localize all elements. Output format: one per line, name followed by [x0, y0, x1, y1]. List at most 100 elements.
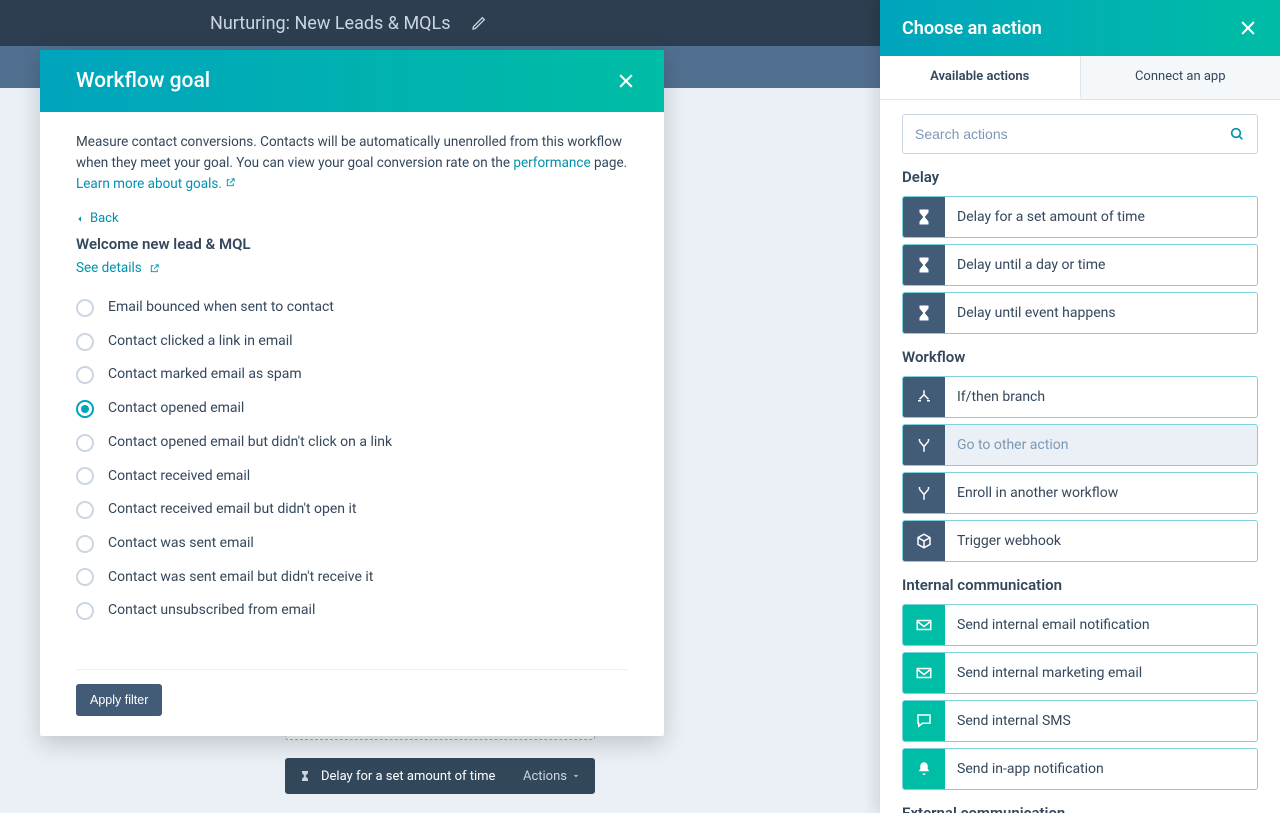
action-item[interactable]: Go to other action [902, 424, 1258, 466]
action-panel-tabs: Available actions Connect an app [880, 56, 1280, 100]
goal-option[interactable]: Contact unsubscribed from email [76, 600, 628, 622]
action-item[interactable]: Trigger webhook [902, 520, 1258, 562]
action-group-title: External communication [902, 804, 1258, 813]
radio-icon [76, 366, 94, 384]
goal-option-label: Contact opened email but didn't click on… [108, 432, 392, 454]
goal-option-label: Contact unsubscribed from email [108, 600, 315, 622]
goal-option[interactable]: Contact marked email as spam [76, 364, 628, 386]
learn-more-link[interactable]: Learn more about goals. [76, 176, 236, 192]
action-item-icon [903, 749, 945, 789]
tab-connect-app[interactable]: Connect an app [1080, 56, 1280, 99]
search-actions[interactable] [902, 114, 1258, 154]
goal-option[interactable]: Contact clicked a link in email [76, 331, 628, 353]
action-item-label: Go to other action [945, 437, 1257, 453]
action-item[interactable]: Send internal email notification [902, 604, 1258, 646]
action-item-icon [903, 653, 945, 693]
delay-node[interactable]: Delay for a set amount of time Actions [285, 758, 595, 794]
goal-subtitle: Welcome new lead & MQL [76, 233, 628, 256]
search-actions-input[interactable] [915, 126, 1229, 142]
goal-option-label: Contact clicked a link in email [108, 331, 293, 353]
action-item-label: Send internal marketing email [945, 665, 1257, 681]
goal-option-label: Email bounced when sent to contact [108, 297, 334, 319]
action-item-label: Delay until event happens [945, 305, 1257, 321]
goal-option[interactable]: Contact received email but didn't open i… [76, 499, 628, 521]
hourglass-icon [915, 256, 933, 274]
goal-option-label: Contact marked email as spam [108, 364, 302, 386]
modal-divider [76, 650, 628, 670]
goal-option-label: Contact received email but didn't open i… [108, 499, 357, 521]
branch-icon [915, 388, 933, 406]
hourglass-icon [915, 208, 933, 226]
close-icon[interactable] [616, 71, 636, 91]
goal-option[interactable]: Contact was sent email but didn't receiv… [76, 567, 628, 589]
radio-icon [76, 299, 94, 317]
action-item[interactable]: Delay for a set amount of time [902, 196, 1258, 238]
workflow-goal-modal: Workflow goal Measure contact conversion… [40, 50, 664, 736]
action-panel-header: Choose an action [880, 0, 1280, 56]
action-item[interactable]: Send internal marketing email [902, 652, 1258, 694]
action-item-icon [903, 293, 945, 333]
goal-option[interactable]: Contact received email [76, 466, 628, 488]
action-item-label: Delay until a day or time [945, 257, 1257, 273]
goal-option-label: Contact was sent email but didn't receiv… [108, 567, 373, 589]
goal-option[interactable]: Contact opened email [76, 398, 628, 420]
chevron-left-icon [76, 213, 84, 225]
close-icon[interactable] [1238, 18, 1258, 38]
external-link-icon [225, 177, 236, 188]
action-item-icon [903, 605, 945, 645]
goal-option-label: Contact opened email [108, 398, 244, 420]
action-panel-title: Choose an action [902, 18, 1042, 39]
action-item-icon [903, 197, 945, 237]
modal-header: Workflow goal [40, 50, 664, 112]
action-item-icon [903, 473, 945, 513]
mail-icon [915, 616, 933, 634]
action-item-icon [903, 701, 945, 741]
edit-title-icon[interactable] [471, 15, 487, 31]
radio-icon [76, 434, 94, 452]
action-item[interactable]: Enroll in another workflow [902, 472, 1258, 514]
radio-icon [76, 568, 94, 586]
workflow-title: Nurturing: New Leads & MQLs [210, 13, 451, 34]
goal-options: Email bounced when sent to contact Contac… [76, 297, 628, 622]
action-item[interactable]: If/then branch [902, 376, 1258, 418]
goal-option-label: Contact was sent email [108, 533, 254, 555]
goal-option[interactable]: Email bounced when sent to contact [76, 297, 628, 319]
action-item-icon [903, 377, 945, 417]
action-group-title: Internal communication [902, 576, 1258, 594]
hourglass-icon [915, 304, 933, 322]
action-item-label: Send internal email notification [945, 617, 1257, 633]
action-item-label: If/then branch [945, 389, 1257, 405]
radio-icon [76, 535, 94, 553]
action-item-label: Send in-app notification [945, 761, 1257, 777]
mail-icon [915, 664, 933, 682]
radio-icon [76, 333, 94, 351]
tab-available-actions[interactable]: Available actions [880, 56, 1080, 99]
action-item[interactable]: Send in-app notification [902, 748, 1258, 790]
action-item[interactable]: Send internal SMS [902, 700, 1258, 742]
action-item-label: Trigger webhook [945, 533, 1257, 549]
search-icon [1229, 126, 1245, 142]
apply-filter-button[interactable]: Apply filter [76, 684, 162, 716]
external-link-icon [149, 263, 160, 274]
action-item[interactable]: Delay until a day or time [902, 244, 1258, 286]
delay-node-label: Delay for a set amount of time [321, 769, 495, 784]
performance-link[interactable]: performance [513, 155, 590, 171]
action-item-label: Enroll in another workflow [945, 485, 1257, 501]
radio-icon [76, 602, 94, 620]
radio-icon [76, 400, 94, 418]
merge-icon [915, 484, 933, 502]
merge-icon [915, 436, 933, 454]
goal-option-label: Contact received email [108, 466, 250, 488]
back-link[interactable]: Back [76, 209, 628, 229]
action-item[interactable]: Delay until event happens [902, 292, 1258, 334]
goal-option[interactable]: Contact opened email but didn't click on… [76, 432, 628, 454]
modal-description: Measure contact conversions. Contacts wi… [76, 132, 628, 195]
hourglass-icon [299, 769, 311, 783]
delay-node-actions[interactable]: Actions [523, 769, 581, 784]
action-group-title: Workflow [902, 348, 1258, 366]
modal-title: Workflow goal [76, 69, 210, 93]
chevron-down-icon [571, 771, 581, 781]
action-item-label: Delay for a set amount of time [945, 209, 1257, 225]
goal-option[interactable]: Contact was sent email [76, 533, 628, 555]
see-details-link[interactable]: See details [76, 258, 628, 279]
